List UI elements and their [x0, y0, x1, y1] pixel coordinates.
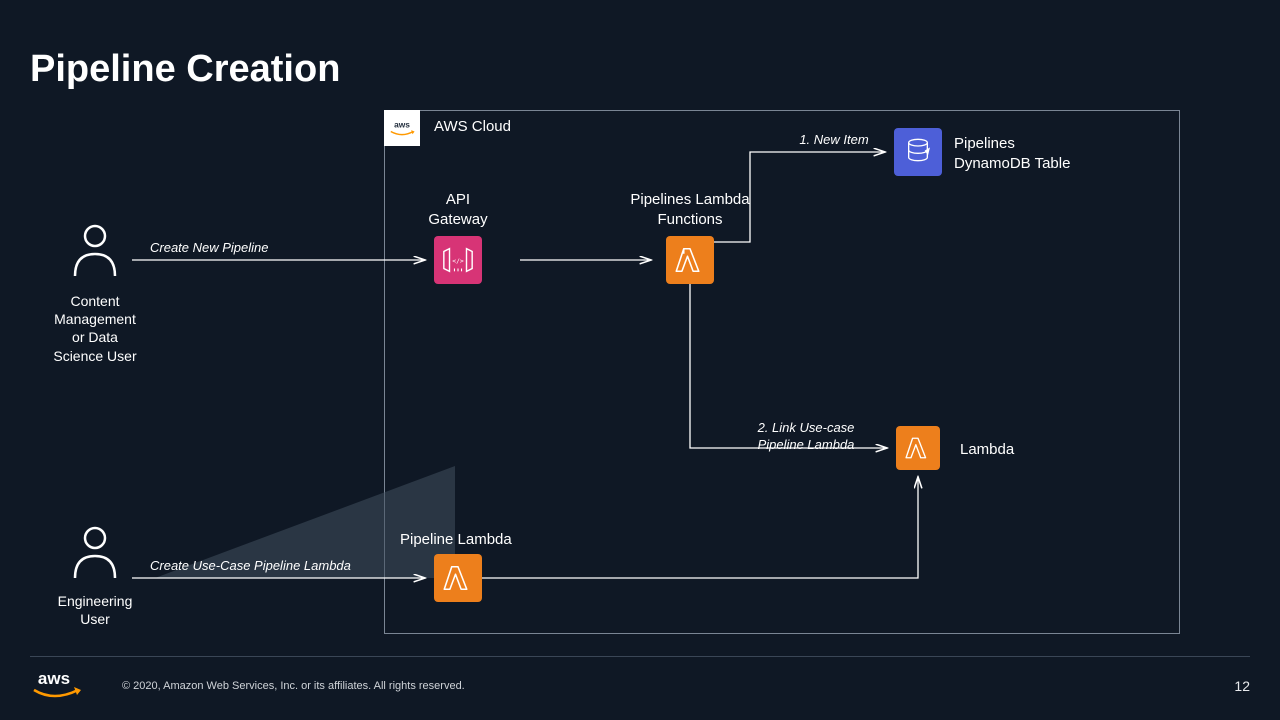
footer-aws-logo-icon: aws	[30, 668, 86, 707]
pipelines-lambda-icon	[666, 236, 714, 284]
dynamodb-label: Pipelines DynamoDB Table	[954, 134, 1070, 173]
edge-link-usecase-label: 2. Link Use-case Pipeline Lambda	[736, 420, 876, 454]
dynamodb-icon	[894, 128, 942, 176]
slide-title: Pipeline Creation	[30, 48, 340, 91]
svg-text:</>: </>	[452, 257, 464, 265]
footer-divider	[30, 656, 1250, 657]
lambda-icon	[896, 426, 940, 470]
user-bottom-icon	[70, 524, 120, 582]
slide: Pipeline Creation aws AWS Cloud Content …	[0, 0, 1280, 720]
svg-text:aws: aws	[38, 669, 70, 688]
page-number: 12	[1234, 678, 1250, 694]
api-gateway-icon: </>	[434, 236, 482, 284]
user-top-label: Content Management or Data Science User	[30, 292, 160, 365]
pipeline-lambda-label: Pipeline Lambda	[400, 530, 540, 550]
lambda-label: Lambda	[960, 440, 1014, 460]
aws-cloud-label: AWS Cloud	[434, 118, 511, 135]
svg-text:aws: aws	[394, 119, 410, 129]
user-top-icon	[70, 222, 120, 280]
pipeline-lambda-icon	[434, 554, 482, 602]
aws-cloud-boundary	[384, 110, 1180, 634]
edge-create-new-label: Create New Pipeline	[150, 240, 350, 257]
footer-copyright: © 2020, Amazon Web Services, Inc. or its…	[122, 680, 465, 692]
aws-logo-icon: aws	[384, 110, 420, 146]
pipelines-lambda-label: Pipelines Lambda Functions	[610, 190, 770, 229]
edge-new-item-label: 1. New Item	[784, 132, 884, 149]
edge-create-usecase-label: Create Use-Case Pipeline Lambda	[150, 558, 410, 575]
api-gateway-label: API Gateway	[416, 190, 500, 229]
user-bottom-label: Engineering User	[30, 592, 160, 628]
